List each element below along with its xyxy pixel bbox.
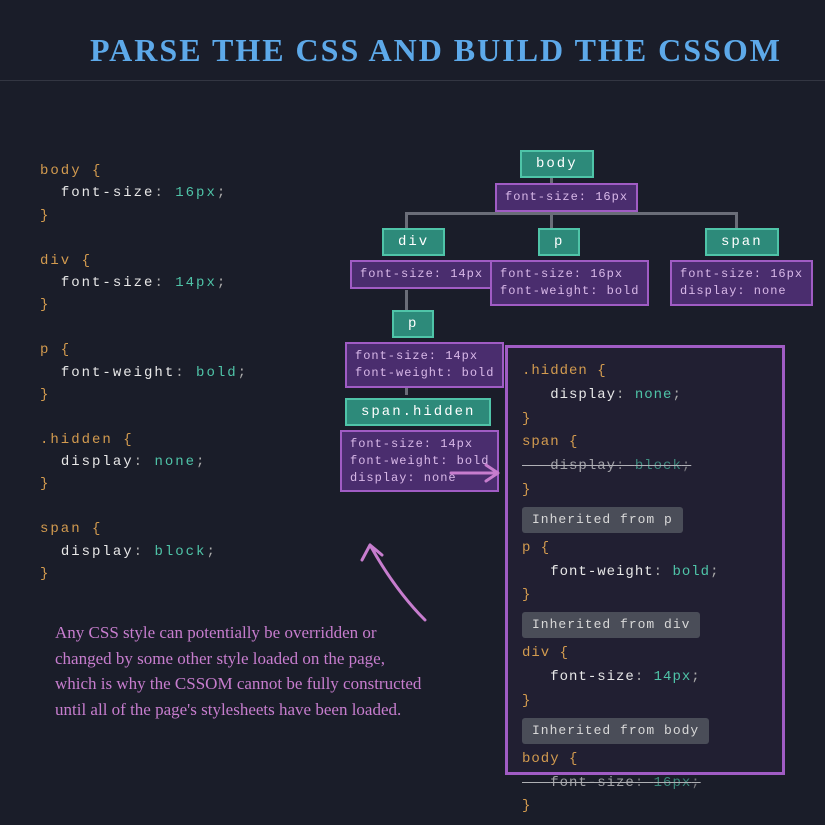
node-p2-styles: font-size: 14px font-weight: bold (345, 342, 504, 388)
selector: body (40, 163, 82, 179)
node-body: body (520, 150, 594, 178)
arrow-icon (448, 458, 503, 488)
node-div: div (382, 228, 445, 256)
arrow-icon (340, 535, 440, 625)
page-title: PARSE THE CSS AND BUILD THE CSSOM (0, 0, 825, 72)
node-body-styles: font-size: 16px (495, 183, 638, 212)
node-p2: p (392, 310, 434, 338)
node-span-hidden: span.hidden (345, 398, 491, 426)
node-p-styles: font-size: 16px font-weight: bold (490, 260, 649, 306)
inherited-badge: Inherited from p (522, 507, 683, 533)
explanation-text: Any CSS style can potentially be overrid… (55, 620, 425, 722)
node-div-styles: font-size: 14px (350, 260, 493, 289)
node-span-styles: font-size: 16px display: none (670, 260, 813, 306)
divider (0, 80, 825, 81)
inherited-badge: Inherited from body (522, 718, 709, 744)
style-inspector: .hidden { display: none; } span { displa… (505, 345, 785, 775)
node-span: span (705, 228, 779, 256)
inherited-badge: Inherited from div (522, 612, 700, 638)
css-source: body { font-size: 16px; } div { font-siz… (40, 160, 248, 585)
node-p: p (538, 228, 580, 256)
